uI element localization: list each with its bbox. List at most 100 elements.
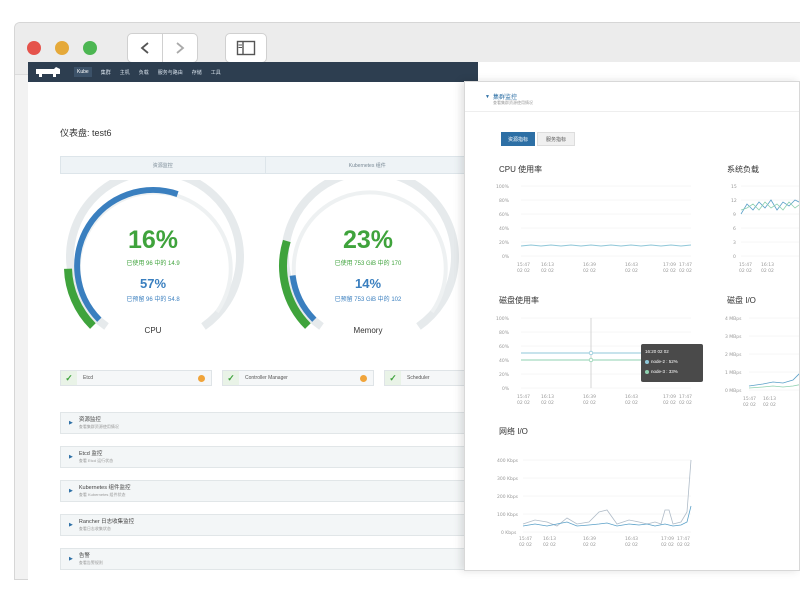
- nav-item-tools[interactable]: 工具: [211, 69, 221, 76]
- cpu-gauge-label: CPU: [144, 326, 162, 335]
- warning-icon: [360, 374, 367, 382]
- panel-log-collection[interactable]: ▶ Rancher 日志收集监控 查看日志收集状态: [60, 514, 480, 536]
- memory-gauge: 23% 已使用 753 GiB 中的 170 14% 已预留 753 GiB 中…: [273, 180, 463, 350]
- diskio-series-1: [748, 373, 799, 387]
- tab-kubernetes-components[interactable]: Kubernetes 组件: [264, 157, 470, 173]
- detail-header[interactable]: ▼ 集群监控 查看集群资源使用情况: [465, 82, 799, 112]
- panel-title: Kubernetes 组件监控: [78, 484, 131, 491]
- cpu-used-percent: 16%: [127, 226, 179, 254]
- panel-kubernetes-components[interactable]: ▶ Kubernetes 组件监控 查看 Kubernetes 组件状态: [60, 480, 480, 502]
- y-tick: 80%: [499, 330, 510, 336]
- status-scheduler[interactable]: ✓ Scheduler: [384, 370, 474, 386]
- x-tick: 17:47: [677, 536, 690, 542]
- x-tick: 16:39: [583, 262, 596, 268]
- cpu-chart-title: CPU 使用率: [499, 165, 543, 174]
- x-tick: 16:43: [625, 394, 638, 400]
- panel-subtitle: 查看告警规则: [78, 559, 103, 565]
- y-tick: 6: [733, 226, 736, 232]
- caret-right-icon: ▶: [69, 454, 73, 460]
- y-tick: 0 MBps: [725, 388, 742, 394]
- zoom-window-button[interactable]: [83, 41, 97, 55]
- x-tick: 16:13: [763, 396, 776, 402]
- x-tick: 17:47: [679, 394, 692, 400]
- x-tick: 02 02: [583, 542, 596, 548]
- caret-right-icon: ▶: [69, 522, 73, 528]
- net-chart-title: 网络 I/O: [499, 427, 528, 436]
- series-dot-icon: [645, 359, 649, 364]
- forward-button[interactable]: [162, 33, 198, 63]
- x-tick: 16:39: [583, 536, 596, 542]
- nav-item-storage[interactable]: 存储: [192, 69, 202, 76]
- chevron-left-icon: [140, 42, 149, 54]
- hover-point: [588, 350, 594, 356]
- x-tick: 02 02: [679, 400, 692, 406]
- x-tick: 17:09: [663, 262, 676, 268]
- x-tick: 02 02: [541, 400, 554, 406]
- x-tick: 15:47: [519, 536, 532, 542]
- resource-metrics-button[interactable]: 资源指标: [501, 132, 535, 146]
- service-metrics-button[interactable]: 服务指标: [537, 132, 575, 146]
- y-tick: 4 MBps: [725, 316, 742, 322]
- close-window-button[interactable]: [27, 41, 41, 55]
- back-button[interactable]: [127, 33, 163, 63]
- x-tick: 02 02: [743, 402, 756, 408]
- top-navbar: Kube 集群 主机 负载 服务与路由 存储 工具: [28, 62, 478, 82]
- x-tick: 02 02: [761, 268, 774, 274]
- x-tick: 02 02: [677, 542, 690, 548]
- panel-title: 资源监控: [78, 416, 101, 423]
- y-tick: 40%: [499, 226, 510, 232]
- y-tick: 9: [733, 212, 736, 218]
- y-tick: 60%: [499, 212, 510, 218]
- x-tick: 16:13: [541, 262, 554, 268]
- sidebar-toggle-button[interactable]: [225, 33, 267, 63]
- y-tick: 2 MBps: [725, 352, 742, 358]
- rancher-logo-icon[interactable]: [34, 65, 64, 79]
- memory-reserved-text: 已预留 753 GiB 中的 102: [334, 297, 402, 303]
- nav-item-workloads[interactable]: 负载: [139, 69, 149, 76]
- memory-used-percent: 23%: [342, 226, 394, 254]
- nav-item-services[interactable]: 服务与路由: [158, 69, 183, 76]
- x-tick: 02 02: [625, 268, 638, 274]
- x-tick: 02 02: [543, 542, 556, 548]
- y-tick: 300 Kbps: [497, 476, 519, 482]
- y-tick: 3 MBps: [725, 334, 742, 340]
- x-tick: 02 02: [583, 268, 596, 274]
- x-tick: 02 02: [663, 400, 676, 406]
- x-tick: 02 02: [679, 268, 692, 274]
- y-tick: 0 Kbps: [501, 530, 517, 536]
- system-load-chart[interactable]: 15 12 9 6 3 0 15:47 02 02 16:13 02 02: [723, 180, 800, 280]
- warning-icon: [198, 374, 205, 382]
- memory-used-text: 已使用 753 GiB 中的 170: [334, 261, 402, 267]
- cpu-used-text: 已使用 96 中的 14.9: [126, 261, 180, 267]
- x-tick: 02 02: [663, 268, 676, 274]
- disk-chart-title: 磁盘使用率: [499, 296, 539, 305]
- x-tick: 16:13: [543, 536, 556, 542]
- nav-item-cluster[interactable]: 集群: [101, 69, 111, 76]
- memory-gauge-label: Memory: [353, 326, 383, 335]
- y-tick: 12: [731, 198, 737, 204]
- panel-alerts[interactable]: ▶ 告警 查看告警规则: [60, 548, 480, 570]
- disk-io-chart[interactable]: 4 MBps 3 MBps 2 MBps 1 MBps 0 MBps 15:47…: [723, 310, 800, 410]
- panel-resource-monitoring[interactable]: ▶ 资源监控 查看集群资源使用情况: [60, 412, 480, 434]
- network-io-chart[interactable]: 400 Kbps 300 Kbps 200 Kbps 100 Kbps 0 Kb…: [495, 440, 695, 550]
- status-controller-manager[interactable]: ✓ Controller Manager: [222, 370, 374, 386]
- x-tick: 16:39: [583, 394, 596, 400]
- y-tick: 100%: [496, 184, 510, 190]
- x-tick: 17:47: [679, 262, 692, 268]
- x-tick: 02 02: [583, 400, 596, 406]
- y-tick: 100 Kbps: [497, 512, 519, 518]
- check-icon: ✓: [61, 371, 77, 385]
- x-tick: 17:09: [663, 394, 676, 400]
- nav-item-kube[interactable]: Kube: [74, 67, 92, 77]
- cpu-usage-chart[interactable]: 100% 80% 60% 40% 20% 0% 15:47 02 02 16:1…: [495, 180, 695, 280]
- chart-tooltip: 16:20 02 02 node-2 : 52% node-3 : 33%: [641, 344, 703, 382]
- status-etcd[interactable]: ✓ Etcd: [60, 370, 212, 386]
- panel-etcd[interactable]: ▶ Etcd 监控 查看 Etcd 运行状态: [60, 446, 480, 468]
- page-title: 仪表盘: test6: [60, 128, 112, 138]
- net-series-2: [522, 505, 692, 527]
- tab-resource-monitoring[interactable]: 资源监控: [61, 157, 265, 173]
- y-tick: 400 Kbps: [497, 458, 519, 464]
- nav-item-hosts[interactable]: 主机: [120, 69, 130, 76]
- minimize-window-button[interactable]: [55, 41, 69, 55]
- x-tick: 15:47: [743, 396, 756, 402]
